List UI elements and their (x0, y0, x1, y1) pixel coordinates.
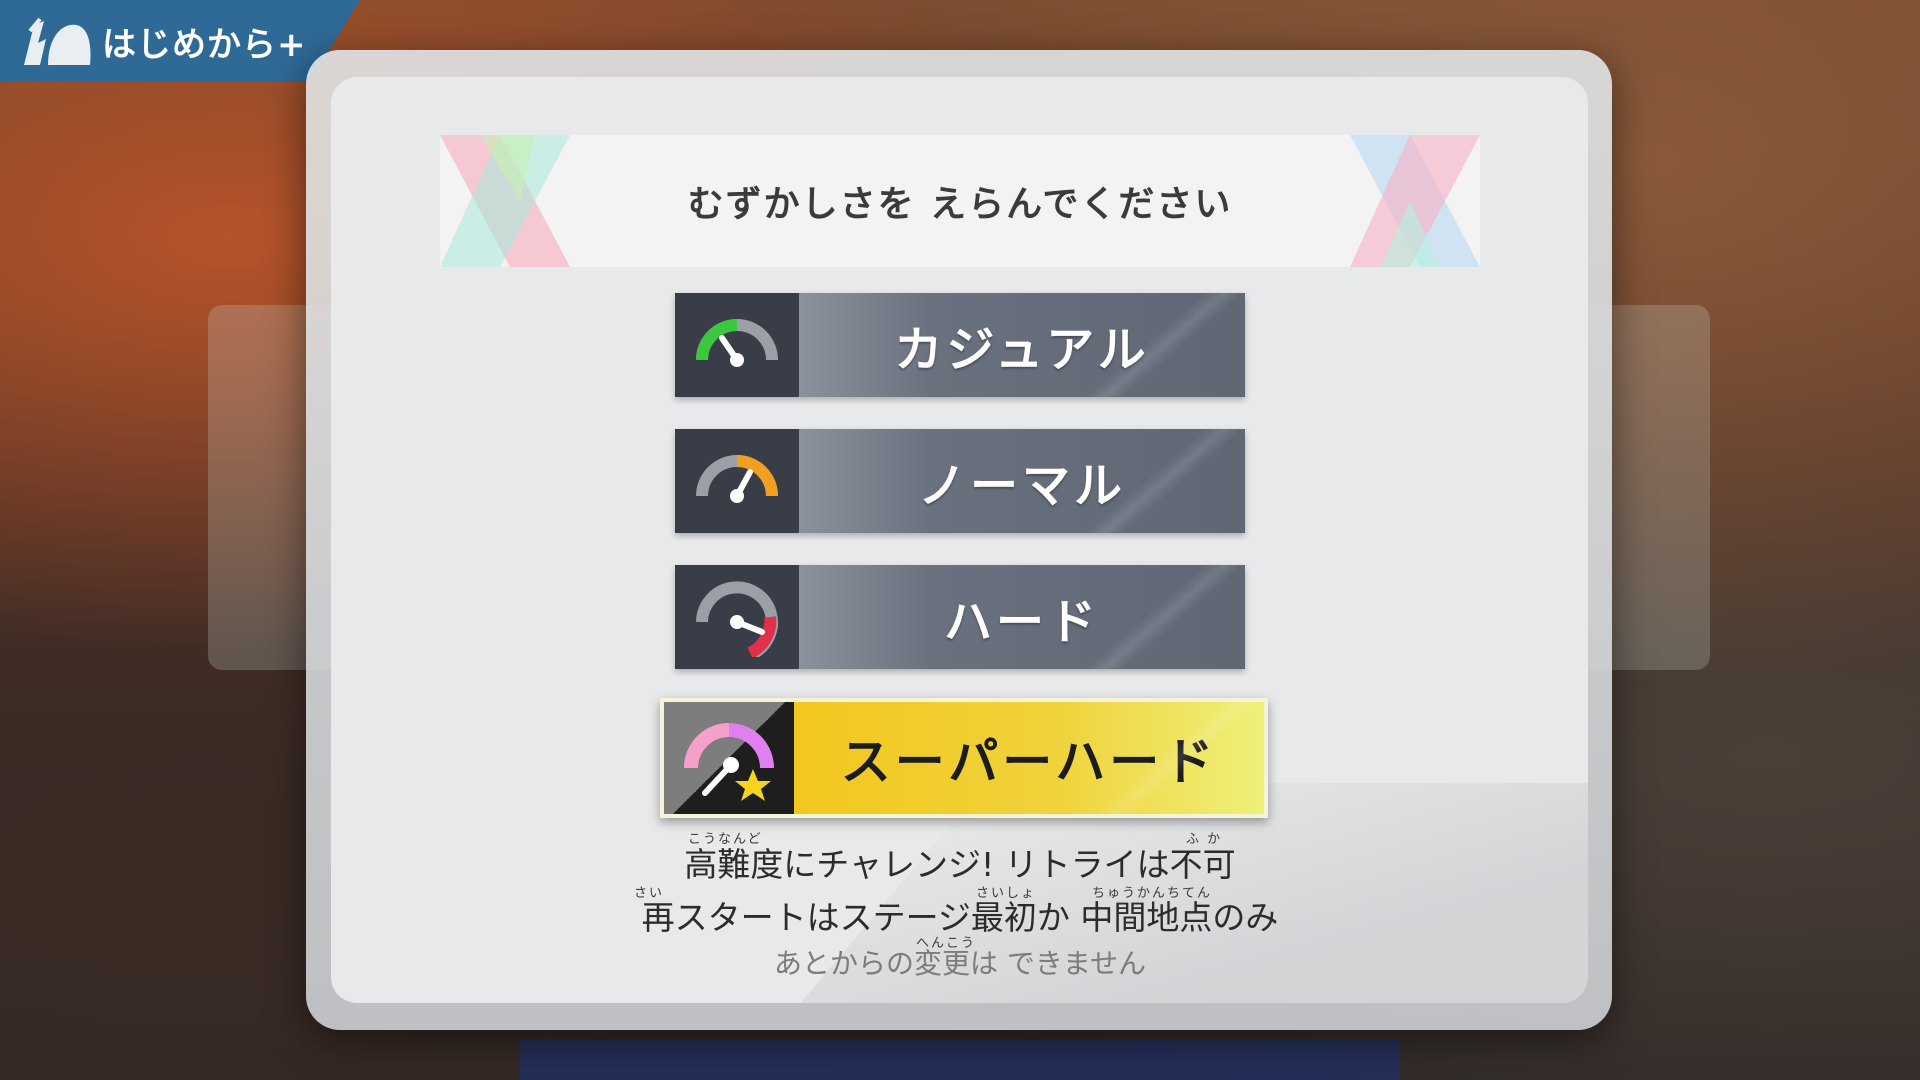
superhard-icon-box (664, 702, 794, 814)
normal-label-box: ノーマル (799, 429, 1245, 533)
description-note: あとからの変更は できません (773, 947, 1147, 980)
superhard-label-box: スーパーハード (794, 702, 1264, 814)
hard-icon-box (675, 565, 799, 669)
description-line-1: 高難度にチャレンジ! リトライは不可 (684, 845, 1236, 884)
normal-icon-box (675, 429, 799, 533)
casual-label-box: カジュアル (799, 293, 1245, 397)
runner-icon (24, 17, 91, 65)
mode-tag: はじめから+ (0, 0, 360, 82)
normal-button[interactable]: ノーマル (675, 429, 1245, 533)
hard-label-box: ハード (799, 565, 1245, 669)
casual-label: カジュアル (894, 322, 1150, 378)
gauge-hard-icon (696, 581, 778, 657)
casual-button[interactable]: カジュアル (675, 293, 1245, 397)
hard-button[interactable]: ハード (675, 565, 1245, 669)
gauge-superhard-icon (684, 723, 774, 801)
casual-icon-box (675, 293, 799, 397)
superhard-label: スーパーハード (840, 733, 1218, 791)
background-bottom-bar (520, 1040, 1400, 1080)
superhard-button[interactable]: スーパーハード (660, 698, 1268, 818)
mode-tag-label: はじめから+ (102, 24, 307, 65)
normal-label: ノーマル (917, 458, 1126, 514)
hard-label: ハード (943, 594, 1100, 650)
gauge-normal-icon (696, 455, 778, 503)
gauge-casual-icon (696, 319, 778, 367)
dialog-title: むずかしさを えらんでください (687, 184, 1233, 225)
